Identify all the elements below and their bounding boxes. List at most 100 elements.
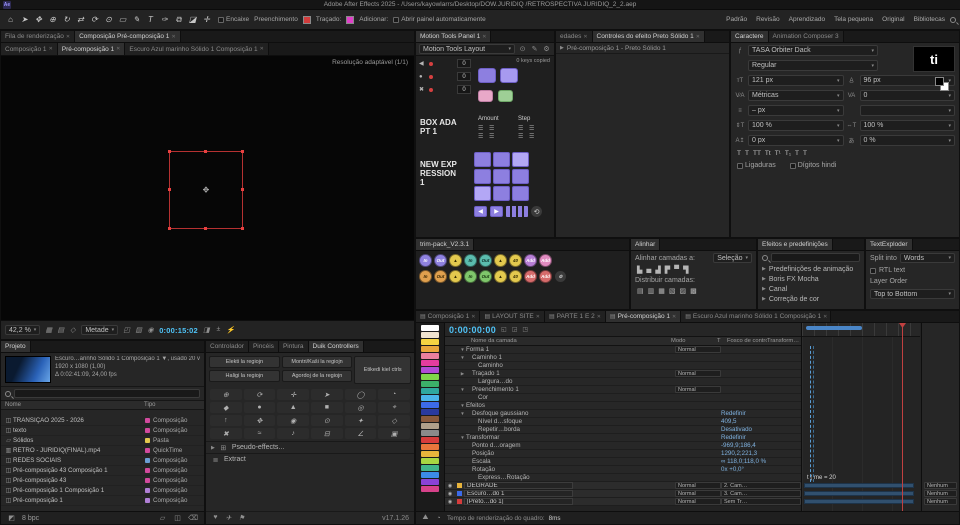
horizontal-scale-select[interactable]: 100 % ▾ [859, 120, 955, 131]
close-tab-icon[interactable]: ✕ [696, 34, 700, 40]
trim-button[interactable]: Add [539, 254, 552, 267]
timeline-property-row[interactable]: ▼ Efeitos [445, 402, 801, 410]
controller-icon[interactable]: ● [243, 402, 276, 413]
trim-button[interactable]: ▲ [449, 254, 462, 267]
draft-3d-icon[interactable]: ◲ [512, 326, 518, 333]
project-item-row[interactable]: ◫ Pré-composição 1 Composição 1 Composiç… [1, 486, 204, 496]
pen-icon[interactable]: ✎ [530, 45, 539, 53]
column-t[interactable]: T [717, 338, 727, 344]
color-swatch[interactable] [421, 444, 439, 450]
column-trkmat[interactable]: Fosco de controle [727, 338, 767, 344]
color-swatch[interactable] [421, 325, 439, 331]
layer-name[interactable]: DEGRADE [464, 482, 573, 489]
color-swatch[interactable] [421, 381, 439, 387]
align-button[interactable]: ▛ [665, 266, 670, 274]
close-tab-icon[interactable]: ✕ [66, 34, 70, 40]
timeline-layer-row[interactable]: ◉ Escuro…do 1 Normal 3. Cam… [445, 490, 801, 498]
align-button[interactable]: ▜ [683, 266, 688, 274]
color-swatch[interactable] [421, 479, 439, 485]
timeline-property-row[interactable]: ▼ Transformar Redefinir [445, 434, 801, 442]
faux-style-button[interactable]: TT [753, 150, 761, 157]
ligatures-checkbox[interactable]: Ligaduras [737, 162, 776, 169]
timeline-tab[interactable]: ▤ PARTE 1 E 2 ✕ [544, 311, 606, 322]
eye-toggle[interactable]: ◉ [445, 499, 455, 505]
property-value[interactable]: 1290,2;221,3 [721, 450, 801, 457]
distribute-button[interactable]: ▧ [669, 287, 676, 295]
controller-icon[interactable]: ✖ [210, 428, 242, 439]
close-tab-icon[interactable]: ✕ [116, 46, 120, 52]
trim-button[interactable]: ▲ [494, 270, 507, 283]
project-search-input[interactable] [14, 389, 200, 398]
controller-icon[interactable]: ➤ [310, 389, 343, 400]
preset-cell-button[interactable] [493, 186, 510, 201]
twirl-icon[interactable]: ▼ [459, 355, 466, 360]
viewer-icon[interactable]: ▦ [44, 326, 53, 334]
tsume-select[interactable]: 0 % ▾ [859, 135, 955, 146]
auto-open-checkbox-box[interactable] [393, 16, 400, 23]
color-swatch[interactable] [421, 451, 439, 457]
controller-icon[interactable]: ◔ [378, 389, 410, 400]
distribute-button[interactable]: ▨ [680, 287, 687, 295]
project-item-row[interactable]: ◫ Pré-composição 1 Composição [1, 496, 204, 506]
layer-color-chip[interactable] [457, 499, 462, 504]
label-color-chip[interactable] [145, 458, 150, 463]
previous-button[interactable]: ◀ [474, 206, 487, 217]
twirl-icon[interactable]: ▼ [459, 347, 466, 352]
controller-icon[interactable]: ■ [310, 402, 343, 413]
color-swatch[interactable] [421, 430, 439, 436]
color-swatch[interactable] [421, 465, 439, 471]
font-style-select[interactable]: Regular ▾ [748, 60, 878, 71]
fill-text-color[interactable] [935, 77, 944, 86]
controller-icon[interactable]: ⌖ [378, 402, 410, 413]
preset-cell-button[interactable] [493, 152, 510, 167]
track-matte-select[interactable]: 3. Cam… [721, 490, 801, 497]
project-item-row[interactable]: ▱ Sólidos Pasta [1, 436, 204, 446]
property-value[interactable]: Redefinir [721, 410, 801, 417]
duik-region-button[interactable]: Elekti la regiojn [209, 356, 280, 368]
tab-motion-tools[interactable]: Motion Tools Panel 1 ✕ [416, 31, 492, 42]
trim-button[interactable]: In [464, 270, 477, 283]
keyframe-dot-icon[interactable] [429, 74, 433, 79]
controller-icon[interactable]: ♪ [277, 428, 309, 439]
panel-tab[interactable]: Animation Composer 3 [768, 31, 844, 42]
viewer-icon[interactable]: ◨ [202, 326, 211, 334]
layer-duration-bar[interactable] [804, 499, 914, 504]
property-value[interactable]: 0x +0,0° [721, 466, 801, 473]
panel-tab[interactable]: edades ✕ [556, 31, 593, 42]
layer-blend-mode-select[interactable]: Normal [675, 490, 721, 497]
close-tab-icon[interactable]: ✕ [49, 46, 53, 52]
align-button[interactable]: ▄ [646, 266, 651, 274]
project-item-row[interactable]: ◫ REDES SOCIAIS Composição [1, 456, 204, 466]
snap-checkbox[interactable]: Encaixe [218, 16, 249, 23]
twirl-icon[interactable]: ▼ [459, 435, 466, 440]
eye-toggle[interactable]: ◉ [445, 491, 455, 497]
keyframe-dot-icon[interactable] [429, 87, 433, 92]
duik-footer-icon[interactable]: ♥ [211, 514, 220, 522]
composition-tab[interactable]: Pré-composição 1 ✕ [57, 43, 126, 55]
effect-category-row[interactable]: ▶ Boris FX Mocha [758, 274, 864, 284]
effects-search-input[interactable] [771, 253, 860, 262]
workspace-tab[interactable]: Aprendizado [789, 16, 826, 23]
align-button[interactable]: ▀ [674, 266, 679, 274]
mini-grid-buttons[interactable] [506, 206, 528, 217]
viewer-icon[interactable]: ▤ [56, 326, 65, 334]
selection-handle[interactable] [168, 188, 171, 191]
preset-cell-button[interactable] [512, 169, 529, 184]
panel-tab[interactable]: Pincéis [248, 341, 279, 352]
refresh-icon[interactable]: ⟲ [531, 206, 542, 217]
color-swatch[interactable] [421, 374, 439, 380]
workspace-tab[interactable]: Revisão [756, 16, 779, 23]
preset-cell-button[interactable] [493, 169, 510, 184]
property-value[interactable]: 409,5 [721, 418, 801, 425]
faux-style-button[interactable]: Tt [765, 150, 771, 157]
viewer-icon[interactable]: ◰ [122, 326, 131, 334]
layer-color-chip[interactable] [457, 483, 462, 488]
composition-tab[interactable]: Escuro Azul marinho Sólido 1 Composição … [125, 43, 269, 55]
color-swatch[interactable] [421, 332, 439, 338]
layer-name[interactable]: Escuro…do 1 [464, 490, 573, 497]
layer-duration-bar[interactable] [804, 483, 914, 488]
tool-button[interactable]: ⊕ [46, 13, 59, 27]
close-tab-icon[interactable]: ✕ [471, 314, 475, 320]
pin-icon[interactable]: ⊙ [518, 45, 527, 53]
label-color-chip[interactable] [145, 418, 150, 423]
